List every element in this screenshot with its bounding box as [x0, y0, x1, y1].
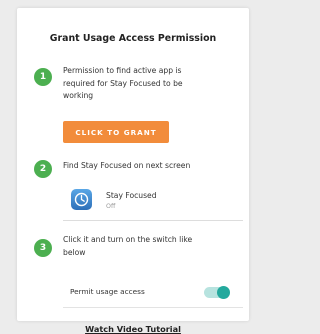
app-name: Stay Focused [106, 191, 157, 200]
stay-focused-app-icon [71, 189, 92, 210]
app-list-item: Stay Focused Off [63, 184, 243, 221]
step-2-text: Find Stay Focused on next screen [63, 160, 190, 173]
step-3-line-2: below [63, 247, 86, 257]
step-3-badge: 3 [34, 239, 52, 257]
dialog-title: Grant Usage Access Permission [49, 33, 217, 44]
watch-video-tutorial-link[interactable]: Watch Video Tutorial [17, 324, 249, 334]
step-3-line-1: Click it and turn on the switch like [63, 235, 193, 244]
app-status: Off [106, 203, 116, 210]
step-1-text: Permission to find active app is require… [63, 65, 183, 103]
step-1-badge: 1 [34, 68, 52, 86]
step-2-badge: 2 [34, 160, 52, 178]
permit-usage-access-label: Permit usage access [70, 287, 145, 296]
step-1-line-1: Permission to find active app is [63, 66, 182, 75]
step-1-line-3: working [63, 91, 94, 100]
step-1-line-2: required for Stay Focused to be [63, 78, 183, 88]
step-3-text: Click it and turn on the switch like bel… [63, 234, 192, 259]
permit-usage-access-row: Permit usage access [63, 279, 243, 308]
step-2-line-1: Find Stay Focused on next screen [63, 161, 191, 170]
permission-card: Grant Usage Access Permission 1 Permissi… [17, 8, 249, 334]
click-to-grant-button[interactable]: CLICK TO GRANT [63, 121, 169, 143]
toggle-knob [217, 286, 230, 299]
permit-usage-access-toggle[interactable] [204, 286, 230, 299]
